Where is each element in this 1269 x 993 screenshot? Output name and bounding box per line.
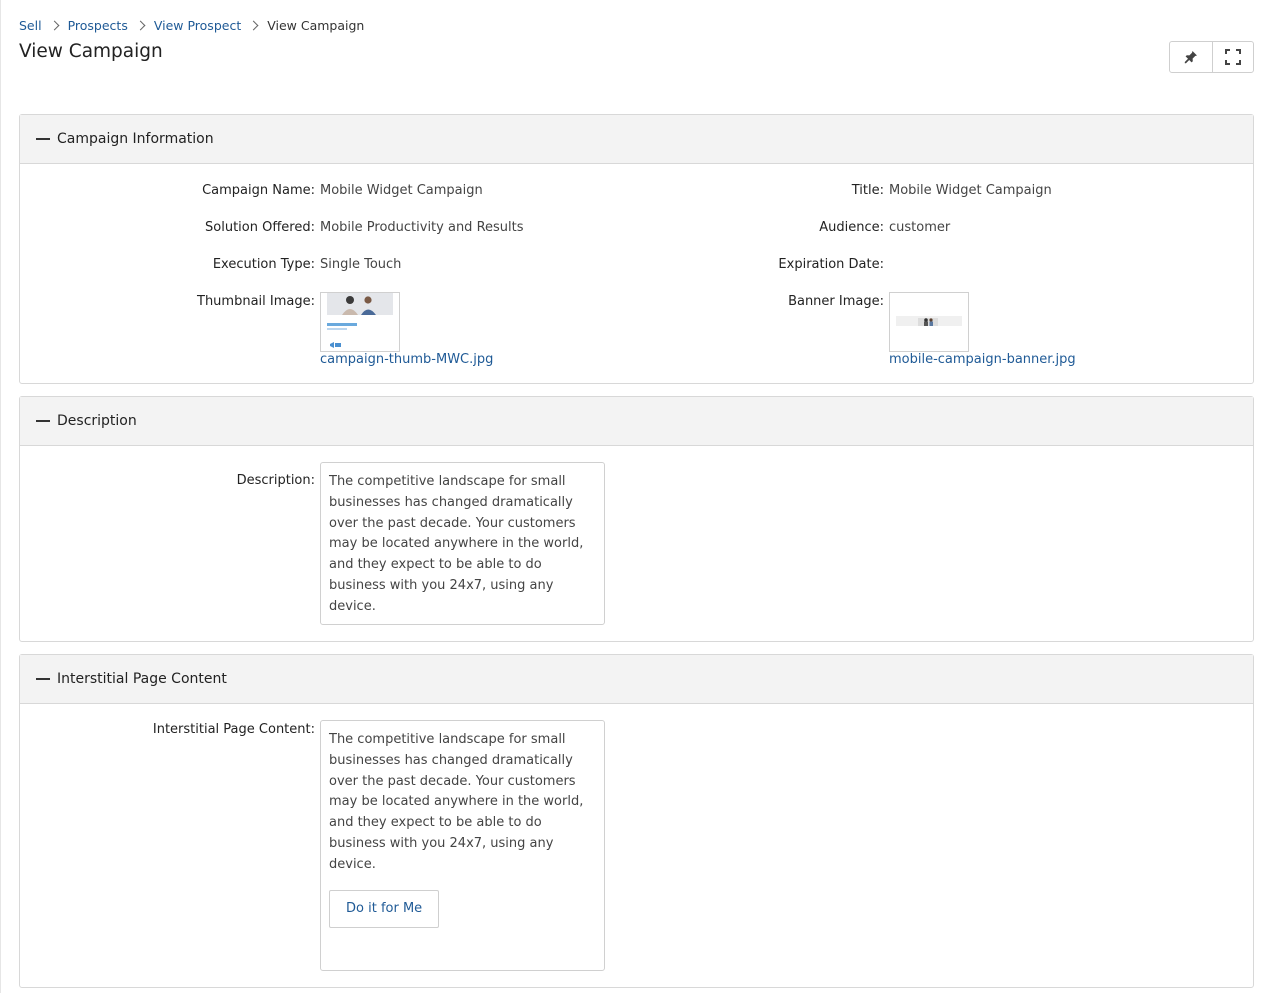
chevron-right-icon — [135, 20, 146, 30]
page-title: View Campaign — [19, 41, 163, 62]
breadcrumb-current: View Campaign — [267, 17, 365, 33]
chevron-right-icon — [248, 20, 259, 30]
solution-offered-label: Solution Offered: — [205, 220, 315, 235]
audience-value: customer — [889, 220, 951, 235]
campaign-name-label: Campaign Name: — [202, 183, 315, 198]
interstitial-header[interactable]: Interstitial Page Content — [20, 655, 1253, 704]
thumbnail-image[interactable] — [320, 292, 400, 352]
execution-type-value: Single Touch — [320, 257, 402, 272]
description-text: The competitive landscape for small busi… — [320, 462, 605, 625]
breadcrumb: Sell Prospects View Prospect View Campai… — [19, 16, 364, 34]
campaign-information-header[interactable]: Campaign Information — [20, 115, 1253, 164]
panel-title: Interstitial Page Content — [57, 671, 227, 687]
campaign-information-panel: Campaign Information Campaign Name: Mobi… — [19, 114, 1254, 384]
campaign-name-value: Mobile Widget Campaign — [320, 183, 483, 198]
fullscreen-icon — [1224, 49, 1241, 65]
solution-offered-value: Mobile Productivity and Results — [320, 220, 524, 235]
execution-type-label: Execution Type: — [212, 257, 315, 272]
interstitial-label: Interstitial Page Content: — [152, 722, 315, 737]
interstitial-content: The competitive landscape for small busi… — [320, 720, 605, 971]
description-body: The competitive landscape for small busi… — [329, 474, 584, 614]
breadcrumb-prospects[interactable]: Prospects — [68, 18, 128, 33]
banner-image[interactable] — [889, 292, 969, 352]
description-label: Description: — [236, 473, 315, 488]
panel-title: Campaign Information — [57, 131, 214, 147]
banner-photo — [896, 316, 962, 326]
panel-title: Description — [57, 413, 137, 429]
title-label: Title: — [851, 183, 884, 198]
interstitial-panel: Interstitial Page Content Interstitial P… — [19, 654, 1254, 988]
fullscreen-button[interactable] — [1211, 42, 1254, 72]
breadcrumb-sell[interactable]: Sell — [19, 18, 42, 33]
breadcrumb-view-prospect[interactable]: View Prospect — [154, 18, 241, 33]
collapse-icon — [36, 420, 50, 422]
thumbnail-photo — [327, 293, 393, 348]
description-panel: Description Description: The competitive… — [19, 396, 1254, 642]
expiration-date-label: Expiration Date: — [778, 257, 884, 272]
collapse-icon — [36, 678, 50, 680]
collapse-icon — [36, 138, 50, 140]
pin-icon — [1184, 51, 1197, 64]
thumbnail-file-link[interactable]: campaign-thumb-MWC.jpg — [320, 352, 493, 367]
do-it-for-me-button[interactable]: Do it for Me — [329, 889, 440, 928]
banner-file-link[interactable]: mobile-campaign-banner.jpg — [889, 352, 1076, 367]
view-toolbar — [1169, 41, 1254, 73]
title-value: Mobile Widget Campaign — [889, 183, 1052, 198]
page-frame: Sell Prospects View Prospect View Campai… — [0, 0, 1269, 993]
interstitial-body: The competitive landscape for small busi… — [329, 732, 584, 872]
thumbnail-image-label: Thumbnail Image: — [197, 294, 315, 309]
audience-label: Audience: — [819, 220, 884, 235]
pin-button[interactable] — [1170, 42, 1212, 72]
description-header[interactable]: Description — [20, 397, 1253, 446]
chevron-right-icon — [49, 20, 60, 30]
banner-image-label: Banner Image: — [788, 294, 884, 309]
